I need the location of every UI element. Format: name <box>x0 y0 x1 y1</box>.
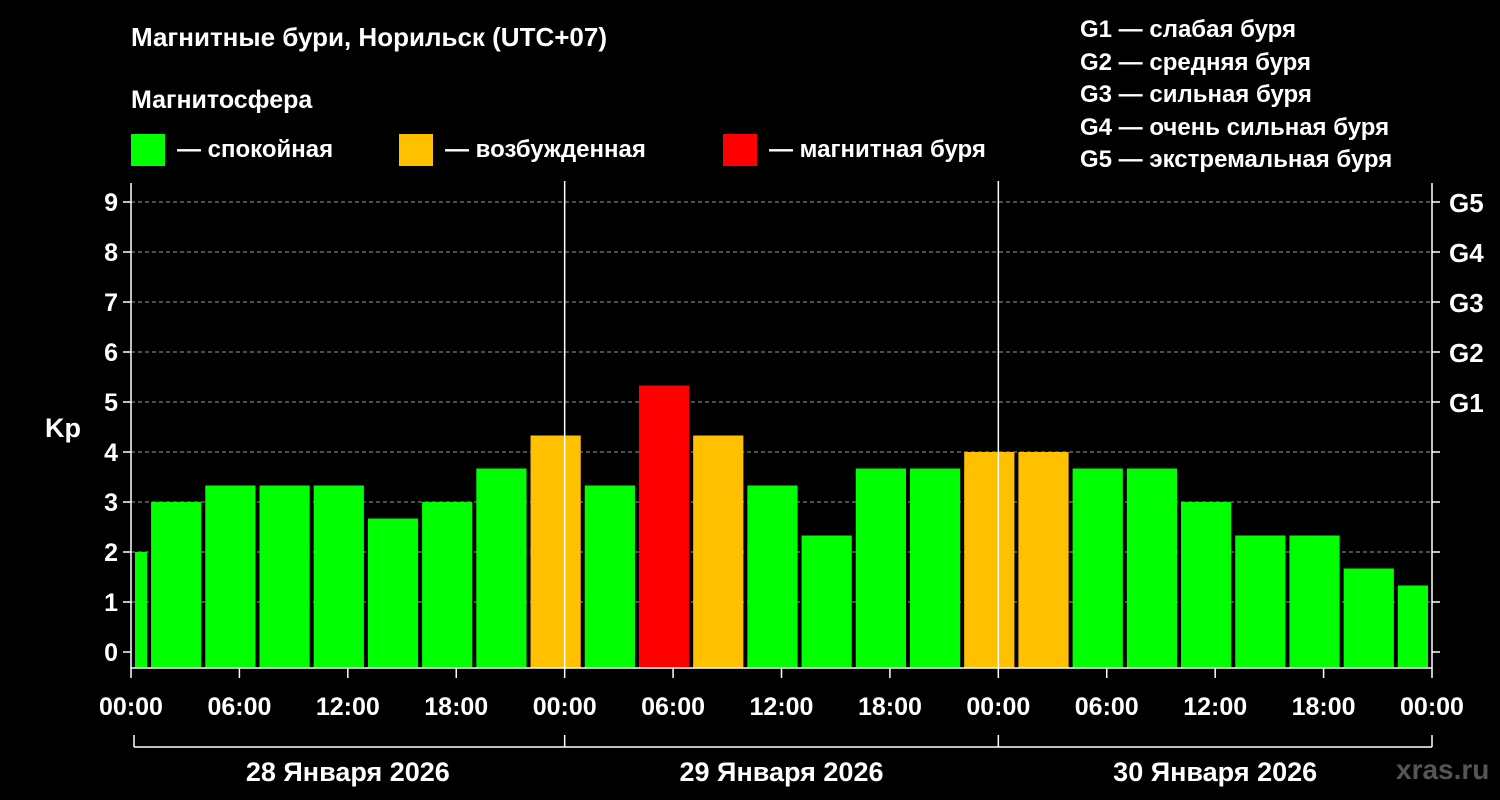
kp-bar <box>1072 468 1123 668</box>
x-tick-label: 18:00 <box>424 693 488 721</box>
x-tick-label: 12:00 <box>1183 693 1247 721</box>
x-tick-label: 06:00 <box>641 693 705 721</box>
kp-bar <box>1181 502 1232 668</box>
kp-bar <box>259 485 310 668</box>
g-tick-label: G1 <box>1449 388 1484 418</box>
g-tick-label: G3 <box>1449 288 1484 318</box>
x-tick-label: 00:00 <box>966 693 1030 721</box>
x-tick-label: 00:00 <box>533 693 597 721</box>
x-tick-label: 00:00 <box>1400 693 1464 721</box>
kp-bar <box>1126 468 1178 668</box>
kp-chart: 0 1 2 3 4 5 6 7 8 9 G1 G2 G3 G4 G5 Kp 00:00 06:00 12:00 18:… <box>45 181 1484 787</box>
kp-bar <box>422 502 473 668</box>
g-tick-label: G4 <box>1449 238 1484 268</box>
y-tick-label: 1 <box>104 589 118 617</box>
x-tick-label: 18:00 <box>858 693 922 721</box>
g-tick-label: G2 <box>1449 338 1484 368</box>
y-tick-label: 2 <box>104 539 118 567</box>
x-tick-label: 18:00 <box>1292 693 1356 721</box>
y-tick-label: 0 <box>104 639 118 667</box>
y-tick-label: 3 <box>104 489 118 517</box>
kp-bar <box>909 468 961 668</box>
date-label: 28 Января 2026 <box>246 757 450 787</box>
kp-bar <box>1289 535 1340 668</box>
kp-bar <box>530 435 581 668</box>
kp-bar <box>313 485 364 668</box>
y-tick-label: 6 <box>104 339 118 367</box>
kp-bar <box>584 485 635 668</box>
date-label: 29 Января 2026 <box>680 757 884 787</box>
y-tick-label: 8 <box>104 239 118 267</box>
g-tick-label: G5 <box>1449 188 1484 218</box>
kp-bar <box>693 435 744 668</box>
kp-bar <box>638 385 690 668</box>
kp-bar <box>964 452 1015 668</box>
y-axis-label: Kp <box>45 413 81 443</box>
kp-bar <box>151 502 202 668</box>
kp-bar <box>1397 585 1428 668</box>
kp-bar <box>747 485 798 668</box>
watermark: xras.ru <box>1396 754 1490 785</box>
x-tick-label: 12:00 <box>750 693 814 721</box>
y-tick-label: 5 <box>104 389 118 417</box>
x-tick-label: 00:00 <box>99 693 163 721</box>
kp-bar <box>1018 452 1069 668</box>
date-label: 30 Января 2026 <box>1113 757 1317 787</box>
kp-bar <box>1235 535 1286 668</box>
x-tick-label: 06:00 <box>207 693 271 721</box>
kp-bar <box>135 552 148 668</box>
y-tick-label: 7 <box>104 289 118 317</box>
kp-bar <box>205 485 256 668</box>
kp-bar <box>1343 568 1394 668</box>
x-tick-label: 12:00 <box>316 693 380 721</box>
y-tick-label: 9 <box>104 189 118 217</box>
kp-bar <box>801 535 852 668</box>
kp-bar <box>367 518 419 668</box>
y-tick-label: 4 <box>104 439 118 467</box>
kp-bar <box>855 468 906 668</box>
kp-bar <box>476 468 527 668</box>
x-tick-label: 06:00 <box>1075 693 1139 721</box>
